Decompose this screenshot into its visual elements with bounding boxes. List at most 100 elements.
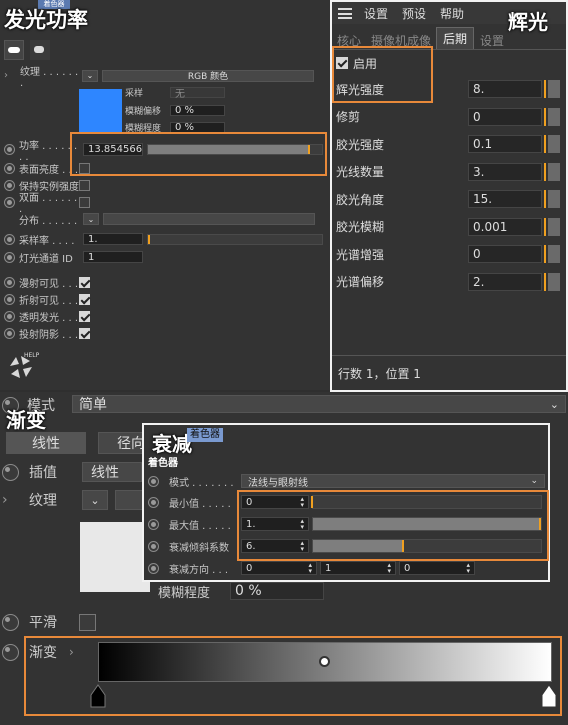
power-anim-dot[interactable] bbox=[4, 144, 15, 155]
distribution-label: 分布 . . . . . . bbox=[19, 215, 78, 227]
gradient-anim-dot[interactable] bbox=[2, 643, 19, 661]
heading-falloff: 衰减 bbox=[152, 432, 192, 456]
blur-degree-field[interactable]: 0 % bbox=[170, 122, 225, 132]
stepper-icon[interactable]: ▴ ▾ bbox=[387, 562, 391, 575]
refract-visible-checkbox[interactable] bbox=[79, 293, 90, 305]
gradient-texture-field[interactable] bbox=[115, 490, 145, 510]
mode-dropdown[interactable]: 简单 ⌄ bbox=[72, 395, 566, 413]
glow-param-label: 胶光强度 bbox=[336, 137, 385, 152]
glow-param-field[interactable]: 0 bbox=[468, 245, 542, 263]
glow-status-bar: 行数 1，位置 1 bbox=[332, 355, 566, 390]
smooth-label: 平滑 bbox=[29, 615, 57, 631]
diffuse-visible-dot[interactable] bbox=[4, 276, 15, 288]
menu-hamburger-icon[interactable] bbox=[338, 7, 352, 19]
sample-rate-slider[interactable] bbox=[147, 233, 323, 245]
tab-radial[interactable]: 径向 bbox=[98, 432, 148, 454]
glow-param-slider[interactable] bbox=[548, 245, 560, 263]
expand-arrow-icon[interactable]: › bbox=[4, 70, 16, 81]
texture-color-swatch[interactable] bbox=[79, 89, 122, 132]
falloff-exp-dot[interactable] bbox=[148, 540, 159, 552]
falloff-dir-z-field[interactable]: 0 ▴ ▾ bbox=[399, 561, 475, 575]
diffuse-visible-checkbox[interactable] bbox=[79, 276, 90, 288]
glow-param-slider[interactable] bbox=[548, 190, 560, 208]
falloff-max-dot[interactable] bbox=[148, 518, 159, 530]
stepper-icon[interactable]: ▴ ▾ bbox=[308, 562, 312, 575]
glow-param-field[interactable]: 3. bbox=[468, 162, 542, 181]
glow-param-field[interactable]: 0.001 bbox=[468, 217, 542, 236]
preview-thumb[interactable] bbox=[4, 40, 24, 60]
interp-anim-dot[interactable] bbox=[2, 463, 19, 481]
glow-param-field[interactable]: 15. bbox=[468, 190, 542, 208]
glow-param-field[interactable]: 0 bbox=[468, 107, 542, 126]
tab-linear[interactable]: 线性 bbox=[6, 432, 86, 454]
glow-param-field[interactable]: 0.1 bbox=[468, 135, 542, 153]
glow-param-field[interactable]: 2. bbox=[468, 272, 542, 291]
interp-label: 插值 bbox=[29, 465, 57, 481]
sampling-select[interactable]: 无 bbox=[170, 86, 225, 100]
falloff-mode-dot[interactable] bbox=[148, 475, 159, 487]
falloff-dir-x-field[interactable]: 0 ▴ ▾ bbox=[241, 561, 317, 575]
light-channel-field[interactable]: 1 bbox=[83, 251, 143, 263]
glow-param-row: 胶光角度 15. bbox=[336, 190, 560, 208]
help-label: HELP bbox=[24, 352, 40, 359]
smooth-checkbox[interactable] bbox=[79, 613, 96, 631]
tab-settings[interactable]: 设置 bbox=[474, 32, 510, 49]
gradient-texture-dropdown[interactable]: ⌄ bbox=[82, 490, 108, 510]
distribution-field[interactable] bbox=[103, 213, 315, 225]
falloff-mode-label: 模式 . . . . . . . bbox=[169, 477, 234, 489]
heading-glow-power: 发光功率 bbox=[4, 8, 88, 32]
falloff-dir-y-field[interactable]: 1 ▴ ▾ bbox=[320, 561, 396, 575]
gradient-texture-swatch[interactable] bbox=[80, 522, 150, 592]
refract-visible-dot[interactable] bbox=[4, 293, 15, 305]
glow-param-label: 光谱偏移 bbox=[336, 275, 385, 289]
glow-param-slider[interactable] bbox=[548, 217, 560, 236]
sample-rate-field[interactable]: 1. bbox=[83, 233, 143, 245]
glow-param-slider[interactable] bbox=[548, 107, 560, 126]
falloff-dir-z-value: 0 bbox=[404, 562, 411, 574]
smooth-anim-dot[interactable] bbox=[2, 613, 19, 631]
glow-param-slider[interactable] bbox=[548, 80, 560, 98]
keep-instance-dot[interactable] bbox=[4, 179, 15, 191]
diffuse-visible-label: 漫射可见 . . . bbox=[19, 278, 79, 290]
light-channel-dot[interactable] bbox=[4, 251, 15, 263]
menu-item-help[interactable]: 帮助 bbox=[440, 5, 464, 22]
glow-param-slider[interactable] bbox=[548, 272, 560, 291]
gradient-blur-field[interactable]: 0 % bbox=[230, 582, 324, 600]
glow-param-slider[interactable] bbox=[548, 162, 560, 181]
falloff-min-dot[interactable] bbox=[148, 496, 159, 508]
menu-item-settings[interactable]: 设置 bbox=[364, 5, 388, 22]
texture-dropdown-button[interactable]: ⌄ bbox=[82, 69, 98, 82]
glow-param-label: 光谱增强 bbox=[336, 247, 385, 262]
blur-offset-field[interactable]: 0 % bbox=[170, 104, 225, 116]
interp-dropdown[interactable]: 线性 bbox=[82, 462, 142, 482]
texture-label: 纹理 . . . . . . . bbox=[20, 66, 79, 89]
gradient-highlight bbox=[24, 636, 562, 716]
falloff-mode-dropdown[interactable]: 法线与眼射线 ⌄ bbox=[241, 474, 545, 489]
surface-brightness-dot[interactable] bbox=[4, 162, 15, 174]
texture-expand-icon[interactable]: › bbox=[2, 492, 19, 508]
double-side-dot[interactable] bbox=[4, 196, 15, 208]
glow-param-field[interactable]: 8. bbox=[468, 80, 542, 98]
glow-param-label: 修剪 bbox=[336, 110, 361, 124]
stepper-icon[interactable]: ▴ ▾ bbox=[466, 562, 470, 575]
texture-mode-button[interactable]: RGB 颜色 bbox=[102, 69, 314, 82]
transparent-glow-checkbox[interactable] bbox=[79, 310, 90, 322]
preview-thumb-2[interactable] bbox=[30, 40, 50, 60]
glow-param-row: 修剪 0 bbox=[336, 107, 560, 126]
tab-post[interactable]: 后期 bbox=[436, 27, 475, 49]
distribution-dropdown[interactable]: ⌄ bbox=[83, 213, 99, 225]
menu-item-presets[interactable]: 预设 bbox=[402, 5, 426, 22]
falloff-dir-dot[interactable] bbox=[148, 562, 159, 574]
cast-shadow-checkbox[interactable] bbox=[79, 327, 90, 339]
transparent-glow-dot[interactable] bbox=[4, 310, 15, 322]
glow-param-row: 光谱偏移 2. bbox=[336, 272, 560, 291]
cast-shadow-dot[interactable] bbox=[4, 327, 15, 339]
double-side-checkbox[interactable] bbox=[79, 196, 90, 208]
light-channel-label: 灯光通道 ID bbox=[19, 253, 73, 265]
keep-instance-checkbox[interactable] bbox=[79, 179, 90, 191]
falloff-exp-label: 衰减倾斜系数 bbox=[169, 542, 229, 554]
cast-shadow-label: 投射阴影 . . . bbox=[19, 329, 79, 341]
sample-rate-dot[interactable] bbox=[4, 233, 15, 245]
chevron-down-icon: ⌄ bbox=[530, 476, 538, 486]
glow-param-slider[interactable] bbox=[548, 135, 560, 153]
